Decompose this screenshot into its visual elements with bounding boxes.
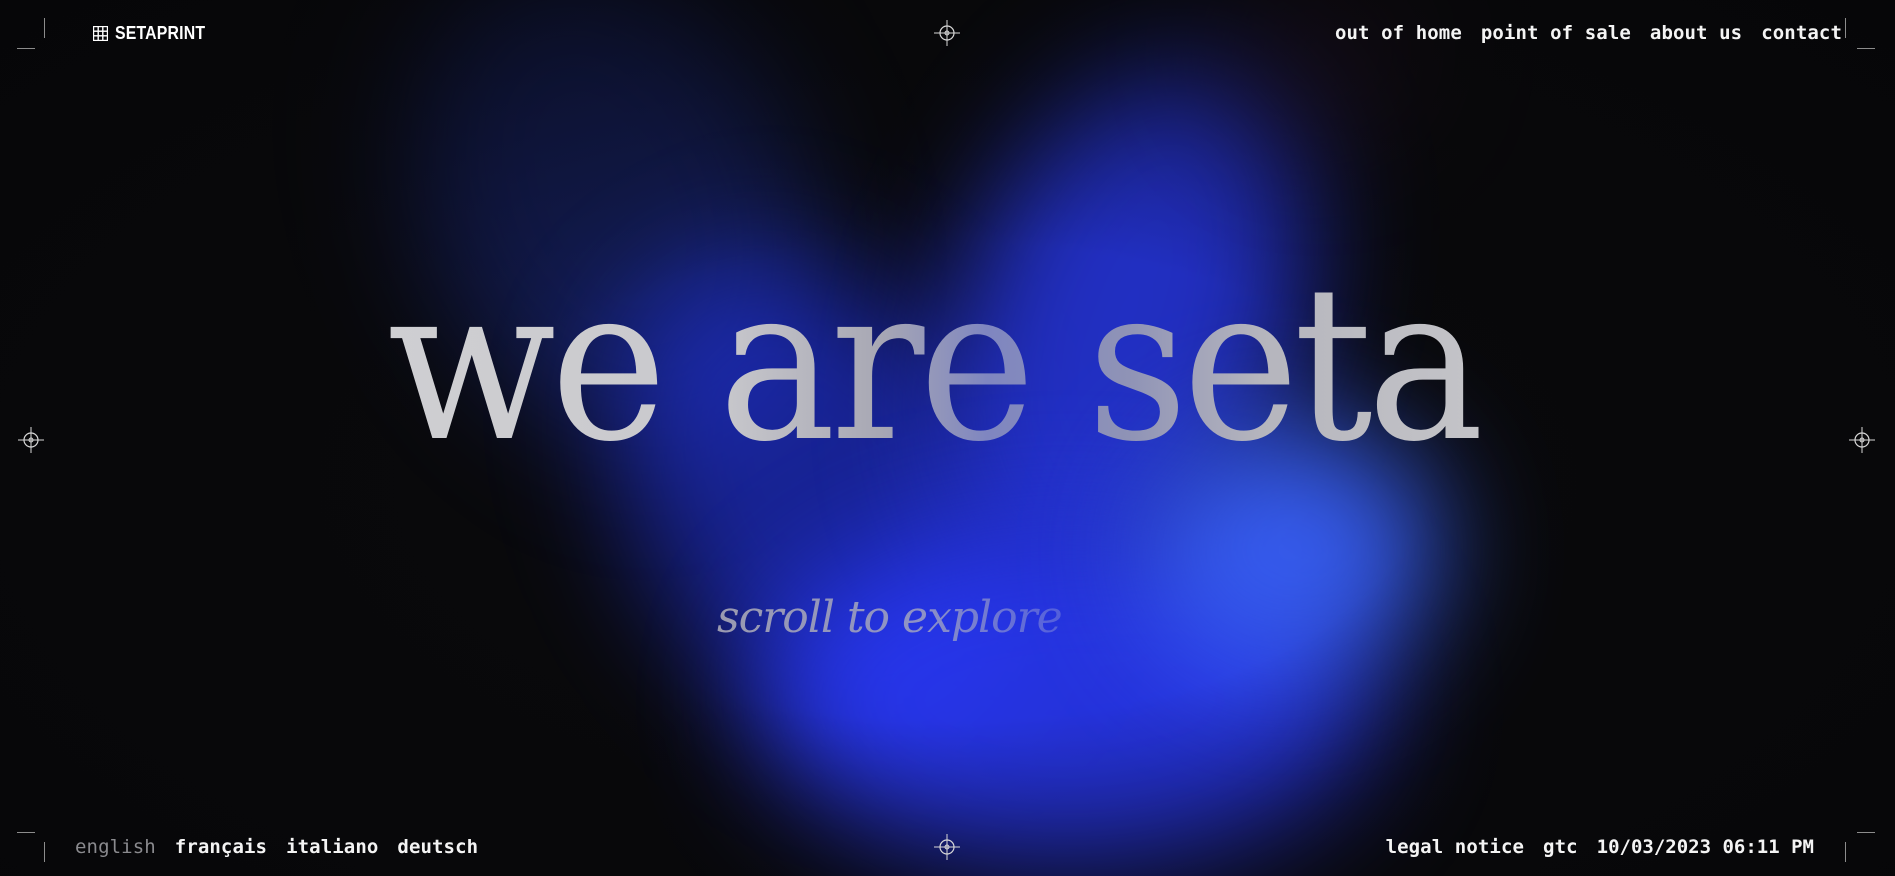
main-nav: out of home point of sale about us conta… — [1335, 22, 1842, 44]
gtc-link[interactable]: gtc — [1543, 836, 1578, 858]
nav-item-about-us[interactable]: about us — [1650, 22, 1742, 44]
language-italiano[interactable]: italiano — [286, 836, 378, 858]
language-francais[interactable]: français — [175, 836, 267, 858]
brand-name: SETAPRINT — [115, 23, 206, 43]
crosshair-icon — [934, 20, 960, 46]
datetime-display: 10/03/2023 06:11 PM — [1596, 836, 1814, 858]
crosshair-icon — [934, 834, 960, 860]
nav-item-contact[interactable]: contact — [1761, 22, 1842, 44]
footer-links: legal notice gtc 10/03/2023 06:11 PM — [1386, 836, 1814, 858]
nav-item-point-of-sale[interactable]: point of sale — [1481, 22, 1631, 44]
grid-icon — [93, 26, 108, 41]
language-switcher: english français italiano deutsch — [75, 836, 478, 858]
nav-item-out-of-home[interactable]: out of home — [1335, 22, 1462, 44]
page: SETAPRINT out of home point of sale abou… — [0, 0, 1895, 876]
scroll-hint[interactable]: scroll to explore — [717, 592, 1063, 643]
language-deutsch[interactable]: deutsch — [397, 836, 478, 858]
language-english[interactable]: english — [75, 836, 156, 858]
hero: we are seta — [0, 258, 1895, 472]
legal-notice-link[interactable]: legal notice — [1386, 836, 1524, 858]
brand-logo[interactable]: SETAPRINT — [93, 23, 217, 44]
hero-title: we are seta — [387, 240, 1485, 489]
